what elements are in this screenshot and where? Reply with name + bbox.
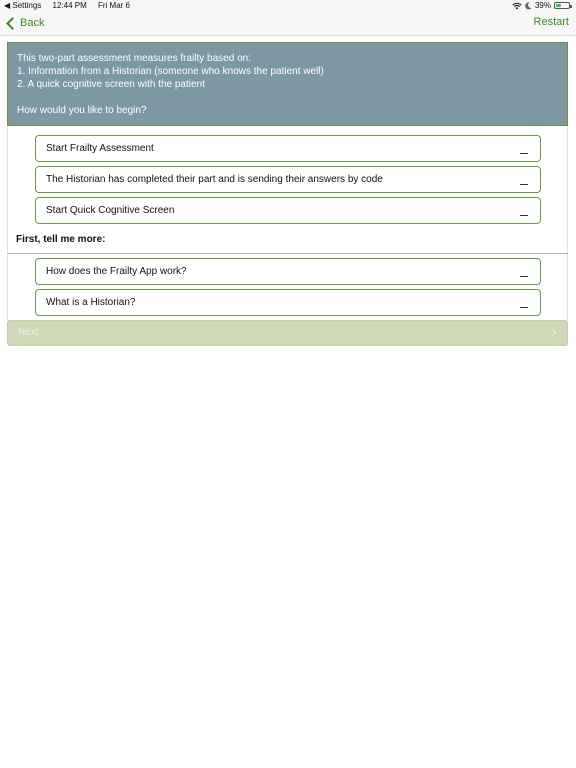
battery-icon — [554, 2, 572, 9]
restart-button[interactable]: Restart — [534, 16, 569, 28]
battery-percent: 39% — [534, 1, 551, 10]
historian-code-option[interactable]: The Historian has completed their part a… — [35, 166, 541, 193]
intro-panel: This two-part assessment measures frailt… — [7, 42, 568, 126]
chevron-right-icon — [548, 328, 557, 337]
select-indicator-icon — [520, 215, 528, 216]
moon-icon — [525, 1, 532, 9]
select-indicator-icon — [520, 307, 528, 308]
chevron-left-icon — [6, 16, 19, 30]
tell-me-more-heading: First, tell me more: — [16, 234, 106, 245]
battery-level — [556, 4, 561, 7]
select-indicator-icon — [520, 276, 528, 277]
option-label: The Historian has completed their part a… — [46, 174, 383, 185]
option-label: Start Quick Cognitive Screen — [46, 205, 175, 216]
option-label: What is a Historian? — [46, 297, 136, 308]
status-bar: ◀ Settings 12:44 PM Fri Mar 6 39% — [0, 0, 576, 11]
status-date: Fri Mar 6 — [98, 1, 130, 10]
wifi-icon — [512, 2, 522, 9]
select-indicator-icon — [520, 153, 528, 154]
intro-line-3: 2. A quick cognitive screen with the pat… — [17, 79, 205, 90]
navigation-bar: Back Restart — [0, 11, 576, 36]
back-button[interactable]: Back — [6, 15, 44, 31]
status-back-app[interactable]: ◀ Settings — [4, 1, 41, 10]
start-frailty-assessment-option[interactable]: Start Frailty Assessment — [35, 135, 541, 162]
start-cognitive-screen-option[interactable]: Start Quick Cognitive Screen — [35, 197, 541, 224]
option-label: Start Frailty Assessment — [46, 143, 154, 154]
status-time: 12:44 PM — [52, 1, 87, 10]
intro-question: How would you like to begin? — [17, 105, 147, 116]
back-button-label: Back — [20, 17, 45, 29]
how-app-works-option[interactable]: How does the Frailty App work? — [35, 258, 541, 285]
section-divider — [7, 253, 568, 254]
select-indicator-icon — [520, 184, 528, 185]
next-button[interactable]: Next — [7, 320, 568, 346]
next-button-label: Next — [18, 327, 39, 338]
intro-line-1: This two-part assessment measures frailt… — [17, 53, 251, 64]
intro-line-2: 1. Information from a Historian (someone… — [17, 66, 324, 77]
option-label: How does the Frailty App work? — [46, 266, 187, 277]
what-is-historian-option[interactable]: What is a Historian? — [35, 289, 541, 316]
